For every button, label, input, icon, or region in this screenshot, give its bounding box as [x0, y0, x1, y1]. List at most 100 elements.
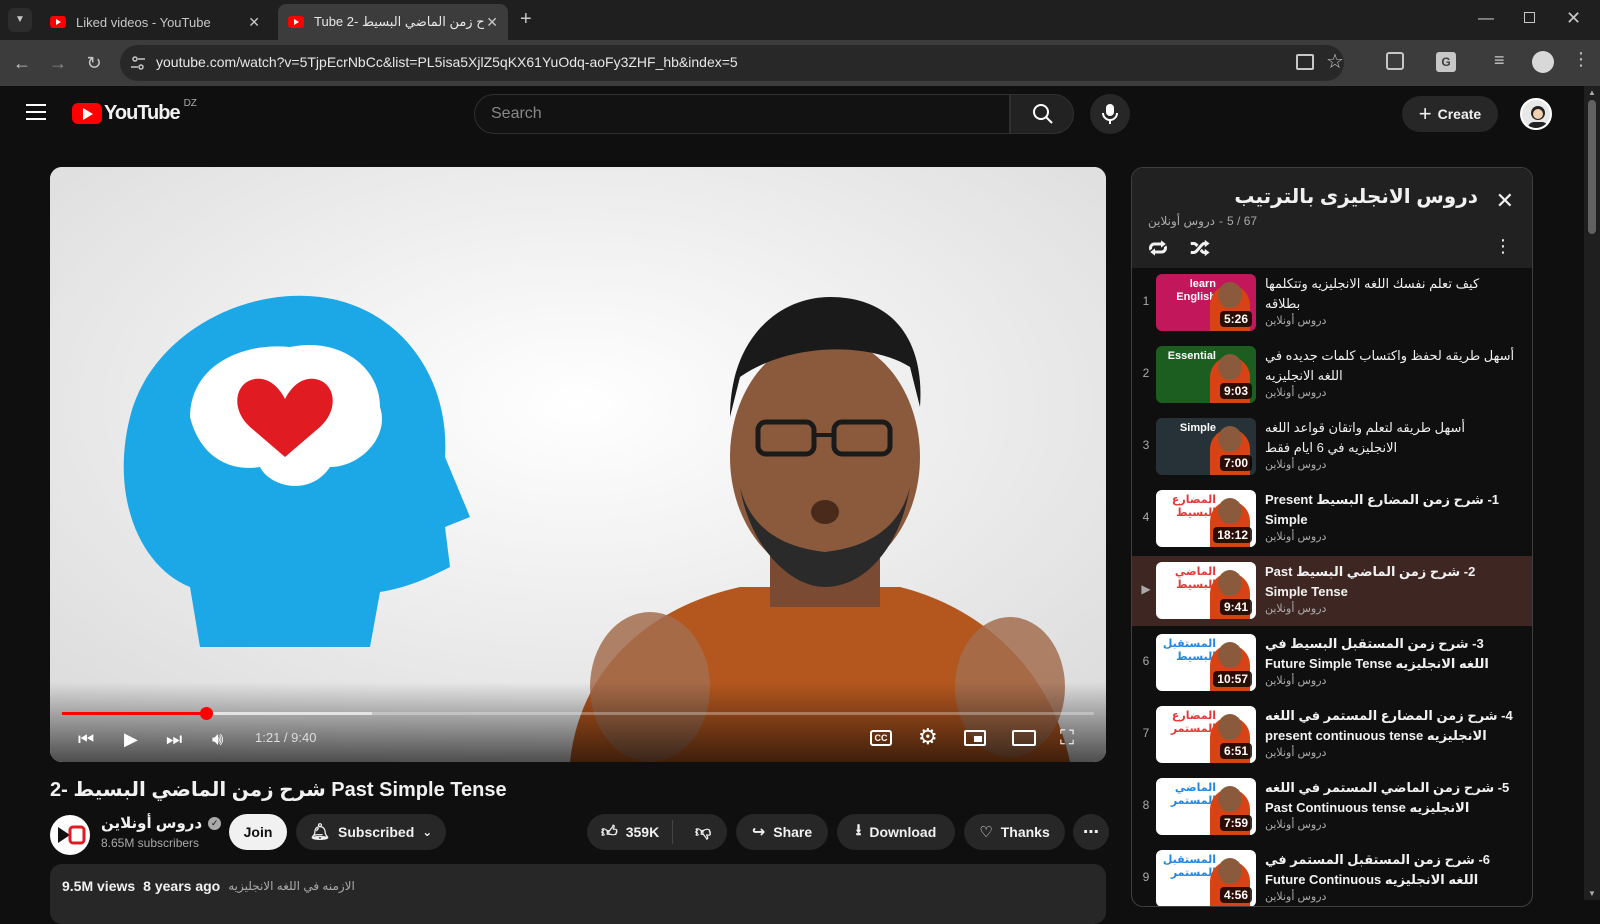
page-scrollbar[interactable]: ▲ ▼ [1584, 86, 1600, 900]
playlist-item-channel[interactable]: دروس أونلاين [1265, 458, 1326, 471]
playlist-menu-icon[interactable]: ⋮ [1494, 236, 1512, 257]
voice-search-button[interactable] [1090, 94, 1130, 134]
scroll-up-icon[interactable]: ▲ [1588, 88, 1596, 97]
site-info-icon[interactable] [130, 55, 146, 71]
thanks-button[interactable]: ♡ Thanks [964, 814, 1065, 850]
close-tab-icon[interactable]: ✕ [248, 14, 260, 31]
shuffle-icon[interactable]: 🔀︎ [1190, 234, 1210, 263]
playlist-item-channel[interactable]: دروس أونلاين [1265, 314, 1326, 327]
playlist-channel[interactable]: دروس أونلاين [1148, 214, 1215, 228]
playlist-item-title[interactable]: 3- شرح زمن المستقبل البسيط في اللغه الان… [1265, 634, 1515, 674]
search-input[interactable] [491, 105, 971, 123]
search-box[interactable] [474, 94, 1010, 134]
playlist-item-title[interactable]: 4- شرح زمن المضارع المستمر في اللغه الان… [1265, 706, 1515, 746]
playlist-item-title[interactable]: 6- شرح زمن المستقبل المستمر في اللغه الا… [1265, 850, 1515, 890]
playlist-item-title[interactable]: 2- شرح زمن الماضي البسيط Past Simple Ten… [1265, 562, 1515, 602]
playlist-item-thumbnail[interactable]: المستقبل المستمر 4:56 [1156, 850, 1256, 906]
playlist-item[interactable]: 7 المضارع المستمر 6:51 4- شرح زمن المضارع ا… [1132, 700, 1532, 770]
youtube-logo[interactable]: YouTube DZ [72, 98, 197, 125]
close-window-icon[interactable]: ✕ [1566, 8, 1581, 29]
playlist-item[interactable]: ▶ الماضي البسيط 9:41 2- شرح زمن الماضي البس… [1132, 556, 1532, 626]
playlist-item-channel[interactable]: دروس أونلاين [1265, 530, 1326, 543]
account-avatar[interactable] [1520, 98, 1552, 130]
close-tab-icon[interactable]: ✕ [486, 14, 498, 31]
playlist-item-channel[interactable]: دروس أونلاين [1265, 746, 1326, 759]
settings-gear-icon[interactable]: ⚙ [918, 724, 938, 750]
search-button[interactable] [1010, 94, 1074, 134]
video-tag[interactable]: الازمنه في اللغه الانجليزيه [228, 879, 355, 893]
playlist-item-thumbnail[interactable]: الماضي المستمر 7:59 [1156, 778, 1256, 835]
playlist-item-channel[interactable]: دروس أونلاين [1265, 818, 1326, 831]
previous-icon[interactable]: ⏮ [78, 729, 94, 750]
fullscreen-icon[interactable]: ⛶ [1060, 727, 1074, 750]
captions-icon[interactable]: CC [870, 730, 892, 746]
install-app-icon[interactable] [1296, 54, 1314, 70]
playlist-item[interactable]: 2 Essential 9:03 أسهل طريقه لحفظ واكتساب كل… [1132, 340, 1532, 410]
loop-icon[interactable]: 🔁︎ [1148, 234, 1168, 263]
playlist-item-channel[interactable]: دروس أونلاين [1265, 386, 1326, 399]
download-button[interactable]: ⭳ Download [837, 814, 955, 850]
description-box[interactable]: 9.5M views 8 years ago الازمنه في اللغه … [50, 864, 1106, 924]
channel-avatar[interactable] [50, 815, 90, 855]
create-button[interactable]: + Create [1402, 96, 1498, 132]
playlist-item[interactable]: 1 learn English 5:26 كيف تعلم نفسك اللغه ال… [1132, 268, 1532, 338]
playlist-item-title[interactable]: 5- شرح زمن الماضي المستمر في اللغه الانج… [1265, 778, 1515, 818]
playlist-item-thumbnail[interactable]: الماضي البسيط 9:41 [1156, 562, 1256, 619]
playlist-item[interactable]: 8 الماضي المستمر 7:59 5- شرح زمن الماضي الم… [1132, 772, 1532, 842]
playlist-item-thumbnail[interactable]: Essential 9:03 [1156, 346, 1256, 403]
new-tab-icon[interactable]: + [520, 8, 532, 31]
playlist-item-thumbnail[interactable]: Simple 7:00 [1156, 418, 1256, 475]
close-playlist-icon[interactable]: ✕ [1496, 188, 1514, 214]
video-player[interactable]: ⏮ ▶ ⏭ 🔊︎ 1:21 / 9:40 CC ⚙ ⛶ [50, 167, 1106, 762]
tab-current-video[interactable]: Tube شرح زمن الماضي البسيط -2 ✕ [278, 4, 508, 40]
forward-icon[interactable]: → [46, 51, 70, 75]
miniplayer-icon[interactable] [964, 730, 986, 746]
hamburger-menu-icon[interactable] [26, 104, 46, 120]
scroll-down-icon[interactable]: ▼ [1588, 889, 1596, 898]
share-button[interactable]: ↪ Share [736, 814, 828, 850]
playlist-item-title[interactable]: كيف تعلم نفسك اللغه الانجليزيه وتتكلمها … [1265, 274, 1515, 314]
playlist-item-title[interactable]: أسهل طريقه لتعلم واتقان قواعد اللغه الان… [1265, 418, 1515, 458]
playlist-item[interactable]: 4 المضارع البسيط 18:12 1- شرح زمن المضارع ا… [1132, 484, 1532, 554]
thumbs-down-icon[interactable]: 👎︎ [681, 823, 711, 842]
profile-icon[interactable] [1532, 51, 1554, 73]
reload-icon[interactable]: ↻ [82, 51, 106, 75]
join-button[interactable]: Join [229, 814, 287, 850]
playlist-item-title[interactable]: 1- شرح زمن المضارع البسيط Present Simple [1265, 490, 1515, 530]
playlist-item-title[interactable]: أسهل طريقه لحفظ واكتساب كلمات جديده في ا… [1265, 346, 1515, 386]
theater-mode-icon[interactable] [1012, 730, 1036, 746]
back-icon[interactable]: ← [10, 51, 34, 75]
more-actions-button[interactable]: ⋯ [1073, 814, 1109, 850]
playlist-title[interactable]: دروس الانجليزى بالترتيب [1234, 184, 1478, 209]
omnibox[interactable]: youtube.com/watch?v=5TjpEcrNbCc&list=PL5… [120, 45, 1344, 81]
scrollbar-thumb[interactable] [1588, 100, 1596, 234]
playlist-item-channel[interactable]: دروس أونلاين [1265, 674, 1326, 687]
playlist-item-thumbnail[interactable]: learn English 5:26 [1156, 274, 1256, 331]
tab-search-icon[interactable]: ▼ [8, 8, 32, 32]
play-icon[interactable]: ▶ [124, 729, 138, 750]
extensions-icon[interactable] [1386, 52, 1404, 70]
playlist-item[interactable]: 6 المستقبل البسيط 10:57 3- شرح زمن المستقبل… [1132, 628, 1532, 698]
progress-track[interactable] [62, 707, 1094, 720]
tab-liked-videos[interactable]: Liked videos - YouTube ✕ [40, 4, 270, 40]
channel-name[interactable]: دروس أونلاين ✓ [101, 814, 222, 832]
volume-icon[interactable]: 🔊︎ [212, 729, 223, 750]
playlist-item-thumbnail[interactable]: المستقبل البسيط 10:57 [1156, 634, 1256, 691]
translate-icon[interactable]: G [1436, 52, 1456, 72]
minimize-icon[interactable]: — [1478, 10, 1494, 28]
browser-menu-icon[interactable]: ⋮ [1572, 49, 1590, 70]
playlist-item-channel[interactable]: دروس أونلاين [1265, 890, 1326, 903]
youtube-header: YouTube DZ + Create [0, 86, 1600, 142]
playlist-item[interactable]: 9 المستقبل المستمر 4:56 6- شرح زمن المستقبل… [1132, 844, 1532, 906]
playlist-item-thumbnail[interactable]: المضارع البسيط 18:12 [1156, 490, 1256, 547]
playlist-item[interactable]: 3 Simple 7:00 أسهل طريقه لتعلم واتقان قواعد… [1132, 412, 1532, 482]
restore-icon[interactable] [1524, 12, 1535, 23]
next-icon[interactable]: ⏭ [166, 729, 182, 750]
subscribed-button[interactable]: 🔔︎ Subscribed ⌄ [296, 814, 446, 850]
bookmark-star-icon[interactable]: ☆ [1326, 49, 1344, 74]
scrubber-handle[interactable] [200, 707, 214, 720]
playlist-item-thumbnail[interactable]: المضارع المستمر 6:51 [1156, 706, 1256, 763]
like-button[interactable]: 👍︎ 359K [587, 820, 673, 844]
media-controls-icon[interactable]: ≡ [1494, 50, 1505, 71]
playlist-item-channel[interactable]: دروس أونلاين [1265, 602, 1326, 615]
